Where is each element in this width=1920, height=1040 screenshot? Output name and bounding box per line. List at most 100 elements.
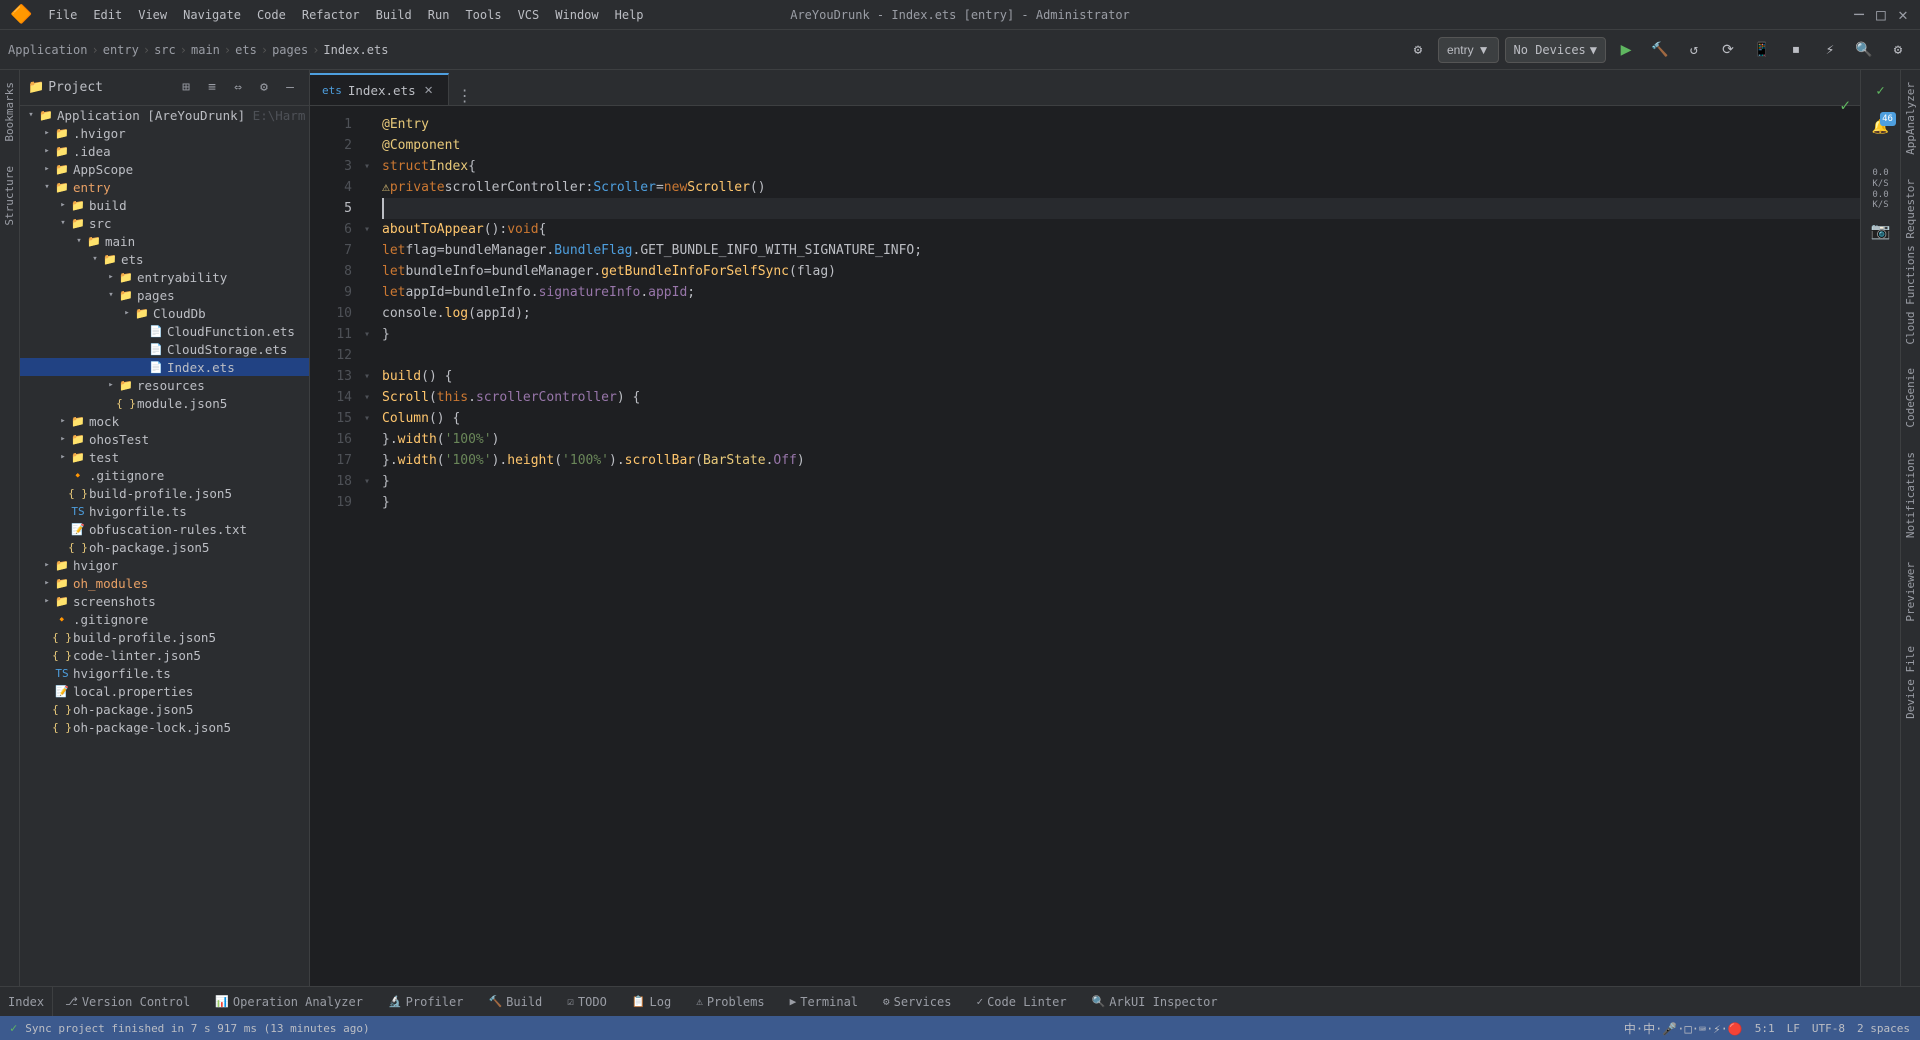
bottom-tab-todo[interactable]: ☑ TODO <box>555 987 620 1016</box>
menu-edit[interactable]: Edit <box>85 6 130 24</box>
device-file-tab[interactable]: Device File <box>1900 634 1920 731</box>
tree-item-gitignore1[interactable]: ▸ 🔸 .gitignore <box>20 466 309 484</box>
tree-item-ohpackagelock[interactable]: ▸ { } oh-package-lock.json5 <box>20 718 309 736</box>
tree-item-entryability[interactable]: ▸ 📁 entryability <box>20 268 309 286</box>
fold-13[interactable]: ▾ <box>360 366 374 387</box>
bookmarks-tab[interactable]: Bookmarks <box>0 70 19 154</box>
structure-tab[interactable]: Structure <box>0 154 19 238</box>
tree-item-screenshots[interactable]: ▸ 📁 screenshots <box>20 592 309 610</box>
menu-build[interactable]: Build <box>368 6 420 24</box>
menu-help[interactable]: Help <box>607 6 652 24</box>
stop-icon[interactable]: ⏹ <box>1782 36 1810 64</box>
fold-14[interactable]: ▾ <box>360 387 374 408</box>
tree-item-indexets[interactable]: ▸ 📄 Index.ets <box>20 358 309 376</box>
breadcrumb-ets[interactable]: ets <box>235 43 257 57</box>
bottom-tab-build[interactable]: 🔨 Build <box>476 987 555 1016</box>
menu-window[interactable]: Window <box>547 6 606 24</box>
tree-item-modulejson[interactable]: ▸ { } module.json5 <box>20 394 309 412</box>
bottom-tab-codelinter[interactable]: ✓ Code Linter <box>964 987 1079 1016</box>
indent-setting[interactable]: 2 spaces <box>1857 1022 1910 1035</box>
tree-item-appscope[interactable]: ▸ 📁 AppScope <box>20 160 309 178</box>
tree-item-oh-modules[interactable]: ▸ 📁 oh_modules <box>20 574 309 592</box>
code-editor[interactable]: @Entry @Component struct Index { ⚠privat… <box>374 106 1860 986</box>
tree-item-ohpackage1[interactable]: ▸ { } oh-package.json5 <box>20 538 309 556</box>
tree-item-hvigor-dir[interactable]: ▸ 📁 hvigor <box>20 556 309 574</box>
tree-item-buildprofile1[interactable]: ▸ { } build-profile.json5 <box>20 484 309 502</box>
menu-navigate[interactable]: Navigate <box>175 6 249 24</box>
editor-content[interactable]: 1 2 3 4 5 6 7 8 9 10 11 12 13 14 15 16 1… <box>310 106 1860 986</box>
menu-code[interactable]: Code <box>249 6 294 24</box>
panel-expand-icon[interactable]: ≡ <box>201 77 223 99</box>
line-ending[interactable]: LF <box>1787 1022 1800 1035</box>
entry-dropdown[interactable]: entry ▼ <box>1438 37 1499 63</box>
tree-item-hvigorfile1[interactable]: ▸ TS hvigorfile.ts <box>20 502 309 520</box>
cursor-position[interactable]: 5:1 <box>1755 1022 1775 1035</box>
tree-item-pages[interactable]: ▾ 📁 pages <box>20 286 309 304</box>
fold-15[interactable]: ▾ <box>360 408 374 429</box>
tree-item-src[interactable]: ▾ 📁 src <box>20 214 309 232</box>
tree-item-ets[interactable]: ▾ 📁 ets <box>20 250 309 268</box>
bottom-tab-problems[interactable]: ⚠ Problems <box>684 987 777 1016</box>
file-encoding[interactable]: UTF-8 <box>1812 1022 1845 1035</box>
menu-tools[interactable]: Tools <box>457 6 509 24</box>
tree-item-gitignore2[interactable]: ▸ 🔸 .gitignore <box>20 610 309 628</box>
sync-icon[interactable]: ↺ <box>1680 36 1708 64</box>
bottom-tab-terminal[interactable]: ▶ Terminal <box>778 987 871 1016</box>
menu-file[interactable]: File <box>40 6 85 24</box>
breadcrumb-main[interactable]: main <box>191 43 220 57</box>
bottom-tab-profiler[interactable]: 🔬 Profiler <box>376 987 477 1016</box>
notifications-icon[interactable]: 🔔 46 <box>1864 110 1898 144</box>
panel-hide-icon[interactable]: — <box>279 77 301 99</box>
tree-item-resources[interactable]: ▸ 📁 resources <box>20 376 309 394</box>
fold-11[interactable]: ▾ <box>360 324 374 345</box>
tree-item-localprops[interactable]: ▸ 📝 local.properties <box>20 682 309 700</box>
tab-close-button[interactable]: ✕ <box>422 83 436 97</box>
breadcrumb-pages[interactable]: pages <box>272 43 308 57</box>
breadcrumb-entry[interactable]: entry <box>103 43 139 57</box>
tree-item-mock[interactable]: ▸ 📁 mock <box>20 412 309 430</box>
tree-item-ohpackage2[interactable]: ▸ { } oh-package.json5 <box>20 700 309 718</box>
tree-item-buildprofile2[interactable]: ▸ { } build-profile.json5 <box>20 628 309 646</box>
menu-run[interactable]: Run <box>420 6 458 24</box>
device-manager-icon[interactable]: 📱 <box>1748 36 1776 64</box>
close-button[interactable]: ✕ <box>1896 8 1910 22</box>
breadcrumb-src[interactable]: src <box>154 43 176 57</box>
notifications-tab[interactable]: Notifications <box>1900 440 1920 550</box>
fold-3[interactable]: ▾ <box>360 156 374 177</box>
camera-icon[interactable]: 📷 <box>1864 213 1898 247</box>
preferences-icon[interactable]: ⚙ <box>1884 36 1912 64</box>
tree-item-hvigorfile2[interactable]: ▸ TS hvigorfile.ts <box>20 664 309 682</box>
tree-item-cloudfunction[interactable]: ▸ 📄 CloudFunction.ets <box>20 322 309 340</box>
sync-status-icon[interactable]: ✓ <box>1864 74 1898 108</box>
tree-item-idea[interactable]: ▸ 📁 .idea <box>20 142 309 160</box>
refresh-icon[interactable]: ⟳ <box>1714 36 1742 64</box>
build-icon[interactable]: 🔨 <box>1646 36 1674 64</box>
previewer-tab[interactable]: Previewer <box>1900 550 1920 634</box>
breadcrumb-file[interactable]: Index.ets <box>323 43 388 57</box>
bottom-tab-operation-analyzer[interactable]: 📊 Operation Analyzer <box>203 987 376 1016</box>
tree-item-obfuscation[interactable]: ▸ 📝 obfuscation-rules.txt <box>20 520 309 538</box>
bottom-tab-log[interactable]: 📋 Log <box>620 987 684 1016</box>
bottom-tab-versioncontrol[interactable]: ⎇ Version Control <box>53 987 203 1016</box>
maximize-button[interactable]: □ <box>1874 8 1888 22</box>
run-button[interactable]: ▶ <box>1612 36 1640 64</box>
settings-icon[interactable]: ⚙ <box>1404 36 1432 64</box>
bottom-tab-arkui[interactable]: 🔍 ArkUI Inspector <box>1080 987 1231 1016</box>
tree-item-cloudstorage[interactable]: ▸ 📄 CloudStorage.ets <box>20 340 309 358</box>
panel-collapse-icon[interactable]: ⇔ <box>227 77 249 99</box>
search-icon[interactable]: 🔍 <box>1850 36 1878 64</box>
codegenie-tab[interactable]: CodeGenie <box>1900 356 1920 440</box>
bottom-index-label[interactable]: Index <box>8 995 44 1009</box>
run-manager-icon[interactable]: ⚡ <box>1816 36 1844 64</box>
menu-vcs[interactable]: VCS <box>510 6 548 24</box>
tab-more-button[interactable]: ⋮ <box>449 86 481 105</box>
panel-settings-icon[interactable]: ⚙ <box>253 77 275 99</box>
tree-item-entry[interactable]: ▾ 📁 entry <box>20 178 309 196</box>
tree-item-test[interactable]: ▸ 📁 test <box>20 448 309 466</box>
tree-item-build[interactable]: ▸ 📁 build <box>20 196 309 214</box>
fold-18[interactable]: ▾ <box>360 471 374 492</box>
tree-item-main[interactable]: ▾ 📁 main <box>20 232 309 250</box>
app-analyzer-tab[interactable]: AppAnalyzer <box>1900 70 1920 167</box>
menu-view[interactable]: View <box>130 6 175 24</box>
tree-item-hvigor[interactable]: ▸ 📁 .hvigor <box>20 124 309 142</box>
